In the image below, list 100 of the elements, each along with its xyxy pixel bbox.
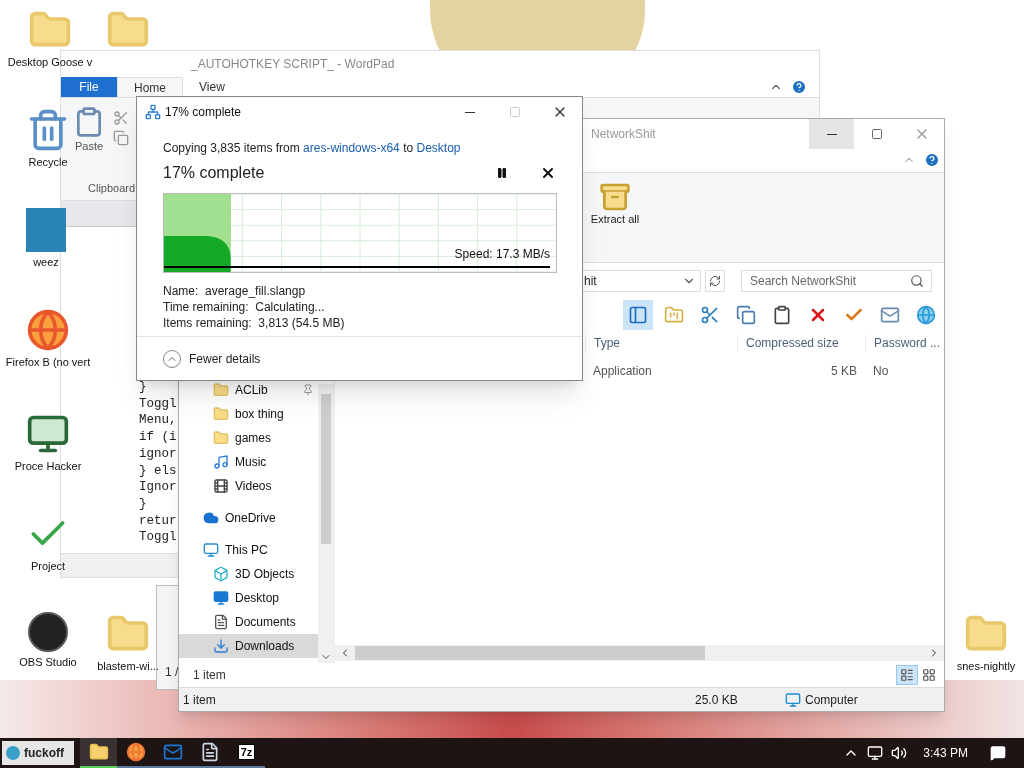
- clock[interactable]: 3:43 PM: [923, 744, 968, 762]
- status-text: 1 item: [182, 691, 217, 709]
- envelope-icon: [162, 742, 183, 762]
- maximize-icon: [870, 128, 883, 140]
- globe-icon: [125, 742, 146, 762]
- detail-line: Name: average_fill.slangp: [163, 283, 307, 299]
- speed-label: Speed: 17.3 MB/s: [454, 246, 550, 263]
- desktop-icon-label[interactable]: snes-nightly: [956, 660, 1016, 673]
- ribbon-tab[interactable]: File: [61, 77, 117, 97]
- folder-icon: [213, 430, 229, 447]
- status-text: 1 /: [165, 664, 180, 681]
- nav-item[interactable]: ACLib: [179, 378, 318, 403]
- nav-item[interactable]: Documents: [179, 610, 318, 635]
- globe-icon: [26, 308, 70, 352]
- fewer-details-button[interactable]: Fewer details: [163, 349, 261, 368]
- table-cell-text: Application: [592, 363, 653, 381]
- desktop-icon-label[interactable]: Desktop Goose v: [7, 56, 93, 69]
- horizontal-scrollbar[interactable]: [335, 645, 944, 662]
- nav-item[interactable]: games: [179, 426, 318, 451]
- maximize-icon: [508, 106, 521, 118]
- desktop-icon-label[interactable]: Project: [30, 560, 66, 573]
- document-icon: [213, 614, 229, 631]
- envelope-icon: [880, 305, 900, 326]
- desktop-icon-label[interactable]: weez: [33, 256, 59, 269]
- progress-heading: 17% complete: [163, 163, 266, 183]
- notification-icon[interactable]: [990, 745, 1006, 761]
- status-text: Computer: [805, 691, 858, 709]
- code-line: if (i: [139, 429, 177, 446]
- nav-item[interactable]: box thing: [179, 402, 318, 427]
- toolbar-button[interactable]: [623, 300, 653, 331]
- source-link[interactable]: ares-windows-x64: [303, 141, 400, 155]
- globe-icon: [916, 305, 936, 326]
- help-icon[interactable]: [791, 79, 807, 95]
- ribbon-tab[interactable]: View: [183, 77, 241, 97]
- view-button[interactable]: [896, 665, 918, 686]
- ribbon-tab[interactable]: Home: [117, 77, 183, 97]
- group-label: Clipboard: [87, 180, 136, 196]
- preview-pane-icon: [628, 305, 648, 326]
- copy-icon[interactable]: [113, 130, 129, 146]
- item-count: 1 item: [193, 667, 226, 685]
- copy-description: Copying 3,835 items from ares-windows-x64 to Desktop: [163, 140, 462, 157]
- speed-area: [164, 234, 231, 272]
- search-field[interactable]: Search NetworkShit: [741, 269, 932, 292]
- help-icon[interactable]: [924, 152, 940, 169]
- clipboard-icon: [772, 305, 792, 326]
- folder-icon: [213, 382, 229, 399]
- monitor-icon: [203, 542, 219, 559]
- nav-item[interactable]: Desktop: [179, 586, 318, 611]
- refresh-icon: [709, 274, 721, 287]
- refresh-button[interactable]: [705, 269, 725, 292]
- archive-logo: 7z: [237, 744, 256, 760]
- network-icon[interactable]: [867, 745, 884, 761]
- window-title: 17% complete: [165, 104, 242, 121]
- status-text: 25.0 KB: [695, 691, 739, 709]
- column-header[interactable]: Type: [585, 334, 737, 353]
- paste-button[interactable]: Paste: [73, 106, 105, 155]
- code-line: retur: [139, 512, 177, 530]
- monitor-icon: [213, 590, 229, 607]
- desktop-icon-label[interactable]: Firefox B (no vert: [5, 356, 91, 369]
- destination-link[interactable]: Desktop: [416, 141, 461, 155]
- column-header[interactable]: Password ...: [865, 334, 944, 353]
- tiles-view-icon: [922, 668, 936, 683]
- nav-item[interactable]: 3D Objects: [179, 562, 318, 587]
- code-line: Toggl: [139, 395, 177, 413]
- copy-icon: [736, 305, 756, 326]
- code-line: } els: [139, 462, 177, 480]
- nav-item[interactable]: Music: [179, 450, 318, 475]
- photo-placeholder: [26, 208, 66, 252]
- code-line: }: [139, 379, 147, 396]
- music-note-icon: [213, 454, 229, 471]
- extract-all-button[interactable]: Extract all: [589, 180, 641, 226]
- desktop-icon-label[interactable]: Recycle: [28, 156, 68, 169]
- cube-icon: [213, 566, 229, 583]
- table-cell-text: No: [872, 363, 890, 381]
- pause-icon: [496, 167, 508, 179]
- search-icon[interactable]: [910, 273, 924, 288]
- start-button[interactable]: fuckoff: [2, 741, 74, 765]
- code-line: Menu,: [139, 412, 177, 430]
- detail-line: Time remaining: Calculating...: [163, 299, 326, 315]
- nav-item[interactable]: This PC: [179, 538, 318, 563]
- details-view-icon: [900, 668, 914, 683]
- code-line: }: [139, 495, 147, 513]
- column-header[interactable]: Compressed size: [737, 334, 865, 353]
- detail-line: Items remaining: 3,813 (54.5 MB): [163, 315, 346, 331]
- desktop-icon-label[interactable]: Proce Hacker: [14, 460, 82, 473]
- taskbar-app[interactable]: [80, 738, 117, 768]
- nav-item[interactable]: Videos: [179, 474, 318, 499]
- film-icon: [213, 478, 229, 495]
- code-line: Toggl: [139, 529, 177, 547]
- folder-icon: [664, 305, 684, 326]
- desktop-icon-label[interactable]: blastem-wi...: [97, 660, 159, 673]
- minimize-icon: [464, 111, 475, 113]
- window-title: NetworkShit: [591, 126, 656, 143]
- scissors-icon[interactable]: [113, 110, 129, 126]
- scrollbar[interactable]: [318, 384, 334, 664]
- desktop-icon-label[interactable]: OBS Studio: [19, 656, 77, 669]
- taskbar-app[interactable]: 7z: [228, 738, 265, 768]
- code-line: ignor: [139, 445, 177, 463]
- nav-item[interactable]: OneDrive: [179, 506, 318, 531]
- nav-item[interactable]: Downloads: [179, 634, 318, 659]
